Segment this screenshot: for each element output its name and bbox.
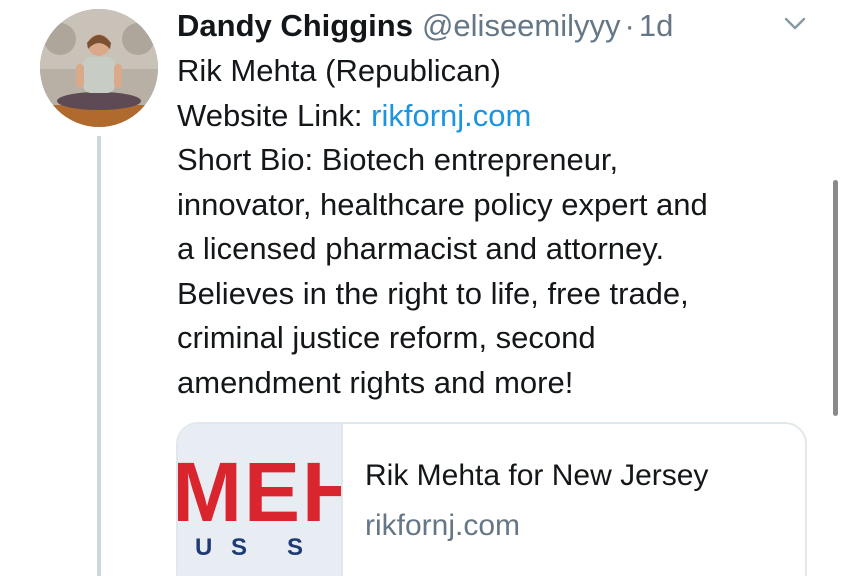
link-preview-card[interactable]: MEH USS Rik Mehta for New Jersey rikforn… (176, 422, 807, 576)
scrollbar[interactable] (833, 180, 838, 416)
tweet-line: Short Bio: Biotech entrepreneur, (177, 142, 619, 177)
thumbnail-letter: S (287, 534, 304, 561)
avatar[interactable] (40, 9, 158, 127)
tweet-content: Dandy Chiggins @eliseemilyyy · 1d Rik Me… (177, 0, 797, 405)
thread-line (97, 136, 101, 576)
tweet-line: a licensed pharmacist and attorney. (177, 231, 665, 266)
tweet-text: Rik Mehta (Republican) Website Link: rik… (177, 49, 797, 405)
thumbnail-letter: S (231, 534, 248, 561)
tweet-line: Believes in the right to life, free trad… (177, 275, 689, 311)
card-text: Rik Mehta for New Jersey rikfornj.com (365, 454, 708, 548)
thumbnail-letter: U (195, 534, 213, 561)
tweet-line: Website Link: rikfornj.com (177, 94, 797, 139)
website-link[interactable]: rikfornj.com (371, 98, 531, 133)
chevron-down-icon[interactable] (783, 16, 807, 32)
thumbnail-subtext: USS (195, 534, 323, 562)
thumbnail-logo-text: MEH (178, 445, 341, 539)
card-thumbnail: MEH USS (178, 424, 343, 576)
timestamp[interactable]: 1d (639, 0, 673, 52)
tweet-line: Rik Mehta (Republican) (177, 53, 501, 88)
tweet-line: criminal justice reform, second (177, 320, 596, 355)
tweet-line: innovator, healthcare policy expert and (177, 186, 708, 222)
avatar-photo (40, 9, 158, 127)
card-domain: rikfornj.com (365, 509, 521, 542)
tweet-header: Dandy Chiggins @eliseemilyyy · 1d (177, 0, 797, 52)
website-label: Website Link: (177, 97, 372, 133)
card-title: Rik Mehta for New Jersey (365, 459, 709, 492)
separator-dot: · (624, 8, 635, 43)
display-name[interactable]: Dandy Chiggins (177, 0, 413, 52)
tweet[interactable]: Dandy Chiggins @eliseemilyyy · 1d Rik Me… (0, 0, 845, 576)
user-handle[interactable]: @eliseemilyyy (422, 0, 621, 52)
tweet-line: amendment rights and more! (177, 364, 574, 400)
